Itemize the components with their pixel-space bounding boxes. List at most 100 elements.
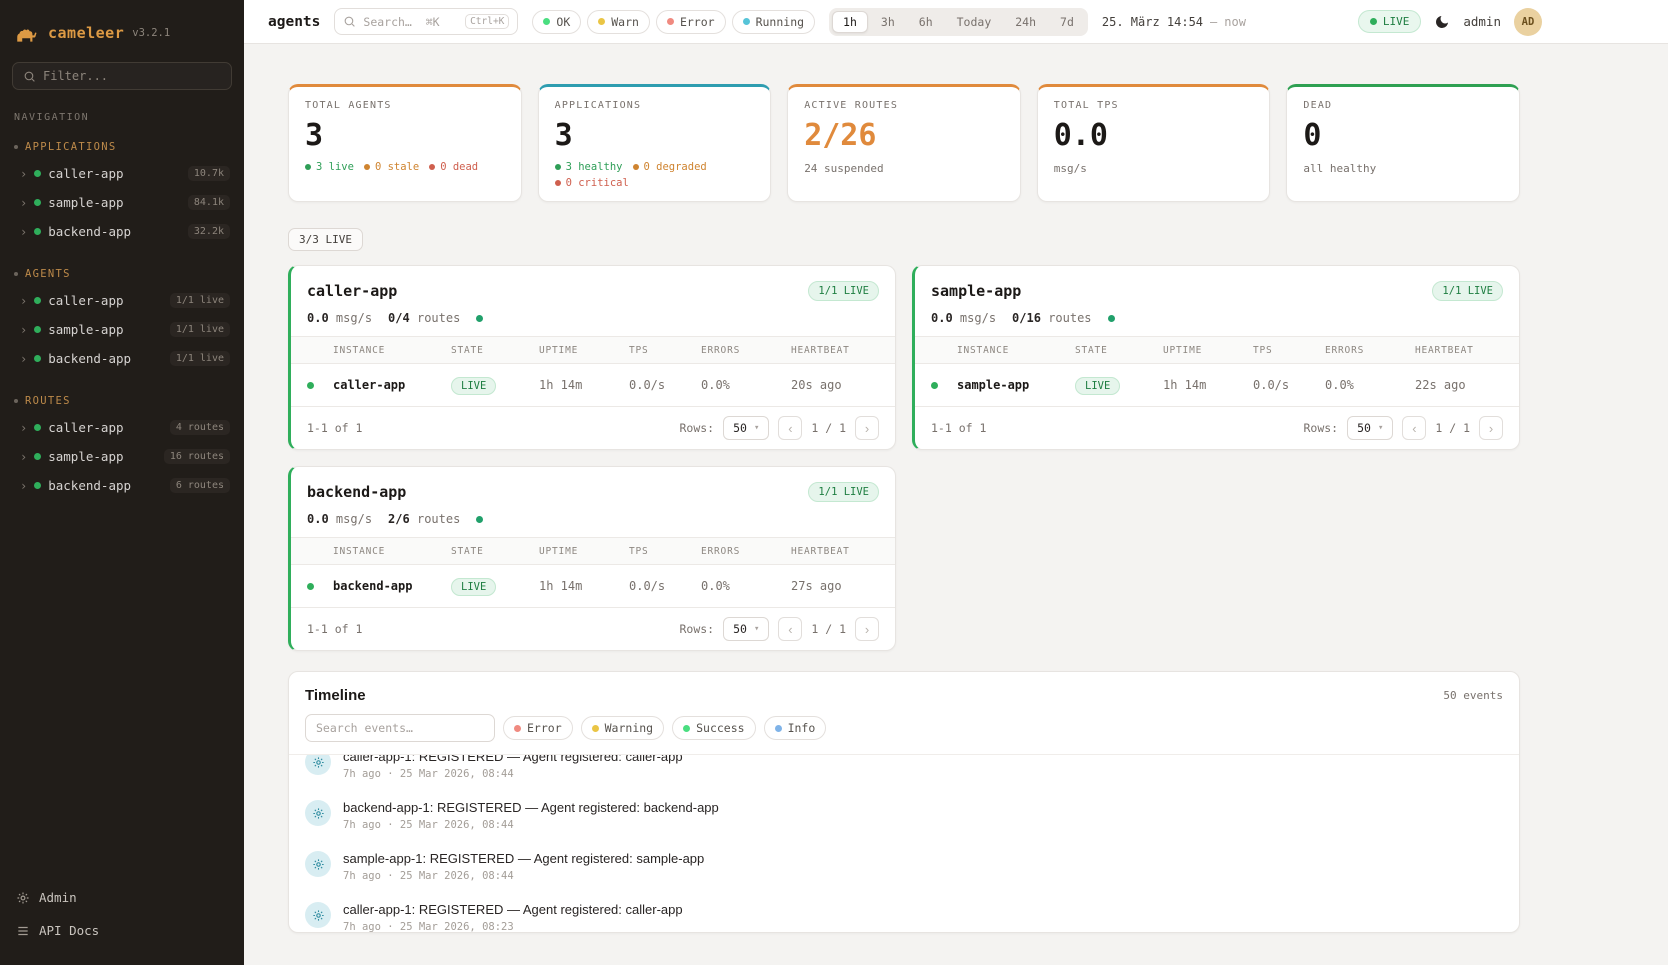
timeline-event-count: 50 events [1443,689,1503,702]
row-range-label: 1-1 of 1 [307,622,362,636]
count-badge: 1/1 live [170,322,230,337]
status-dot [34,170,41,177]
rows-per-page-select[interactable]: 50▾ [723,416,769,440]
next-page-button[interactable]: › [1479,416,1503,440]
rows-per-page-select[interactable]: 50▾ [1347,416,1393,440]
page-indicator: 1 / 1 [811,421,846,435]
event-gear-icon [305,902,331,928]
sidebar-item-agent-sample-app[interactable]: › sample-app 1/1 live [0,315,244,344]
timeline-event[interactable]: sample-app-1: REGISTERED — Agent registe… [289,841,1519,892]
status-filter-warn[interactable]: Warn [587,10,650,34]
sidebar-item-api-docs[interactable]: API Docs [0,914,244,947]
status-dot [34,355,41,362]
live-badge: 1/1 LIVE [808,281,879,301]
count-badge: 32.2k [188,224,230,239]
time-range-3h[interactable]: 3h [870,11,906,33]
time-range-6h[interactable]: 6h [908,11,944,33]
app-card-title: caller-app [307,282,397,300]
chevron-right-icon: › [20,480,27,492]
timeline-event[interactable]: caller-app-1: REGISTERED — Agent registe… [289,892,1519,932]
user-avatar[interactable]: AD [1514,8,1542,36]
health-dot-icon [476,516,483,523]
timeline-event[interactable]: backend-app-1: REGISTERED — Agent regist… [289,790,1519,841]
count-badge: 10.7k [188,166,230,181]
timeline-filter-success[interactable]: Success [672,716,755,740]
healthy-dot-icon [555,164,561,170]
sidebar-item-app-backend-app[interactable]: › backend-app 32.2k [0,217,244,246]
count-badge: 4 routes [170,420,230,435]
prev-page-button[interactable]: ‹ [1402,416,1426,440]
state-badge: LIVE [1075,377,1120,395]
sidebar-filter-input[interactable] [43,69,221,83]
status-filter-error[interactable]: Error [656,10,726,34]
prev-page-button[interactable]: ‹ [778,416,802,440]
count-badge: 6 routes [170,478,230,493]
timeline-event-list[interactable]: caller-app-1: REGISTERED — Agent registe… [289,754,1519,932]
sidebar-item-admin[interactable]: Admin [0,881,244,914]
theme-toggle[interactable] [1434,14,1450,30]
instance-row-caller-app[interactable]: caller-app LIVE 1h 14m 0.0/s 0.0% 20s ag… [291,364,895,406]
status-dot [34,228,41,235]
sidebar-section-applications[interactable]: APPLICATIONS [0,133,244,159]
navigation-label: NAVIGATION [0,112,244,133]
gear-icon [16,891,30,905]
timeline-filter-warning[interactable]: Warning [581,716,664,740]
logo-row[interactable]: cameleer v3.2.1 [0,14,244,62]
timeline-search-input[interactable] [305,714,495,742]
rows-per-page-select[interactable]: 50▾ [723,617,769,641]
sidebar-item-app-sample-app[interactable]: › sample-app 84.1k [0,188,244,217]
status-dot [931,382,938,389]
chevron-right-icon: › [20,226,27,238]
sidebar-section-routes[interactable]: ROUTES [0,387,244,413]
row-range-label: 1-1 of 1 [307,421,362,435]
sidebar-section-agents[interactable]: AGENTS [0,260,244,286]
global-search[interactable]: Ctrl+K [334,8,518,35]
timeline-event[interactable]: caller-app-1: REGISTERED — Agent registe… [289,754,1519,790]
state-badge: LIVE [451,578,496,596]
chevron-right-icon: › [20,422,27,434]
status-filter-running[interactable]: Running [732,10,815,34]
live-status-badge: LIVE [1358,10,1422,33]
sidebar-item-route-caller-app[interactable]: › caller-app 4 routes [0,413,244,442]
next-page-button[interactable]: › [855,416,879,440]
error-dot-icon [514,725,521,732]
time-range-1h[interactable]: 1h [832,11,868,33]
date-range-display[interactable]: 25. März 14:54 — now [1102,15,1246,29]
chevron-down-icon: ▾ [754,423,759,433]
app-card-backend-app: backend-app 1/1 LIVE 0.0 msg/s 2/6 route… [288,466,896,651]
warning-dot-icon [592,725,599,732]
state-badge: LIVE [451,377,496,395]
time-range-today[interactable]: Today [946,11,1003,33]
chevron-right-icon: › [20,324,27,336]
time-range-7d[interactable]: 7d [1049,11,1085,33]
status-dot [34,297,41,304]
timeline-filter-info[interactable]: Info [764,716,827,740]
moon-icon [1434,14,1450,30]
info-dot-icon [775,725,782,732]
sidebar-item-app-caller-app[interactable]: › caller-app 10.7k [0,159,244,188]
agents-live-summary-badge: 3/3 LIVE [288,228,363,251]
sidebar-item-agent-backend-app[interactable]: › backend-app 1/1 live [0,344,244,373]
instance-row-backend-app[interactable]: backend-app LIVE 1h 14m 0.0/s 0.0% 27s a… [291,565,895,607]
page-indicator: 1 / 1 [811,622,846,636]
event-gear-icon [305,851,331,877]
next-page-button[interactable]: › [855,617,879,641]
sidebar-filter-box[interactable] [12,62,232,90]
chevron-right-icon: › [20,197,27,209]
sidebar-item-agent-caller-app[interactable]: › caller-app 1/1 live [0,286,244,315]
sidebar-item-route-backend-app[interactable]: › backend-app 6 routes [0,471,244,500]
app-card-sample-app: sample-app 1/1 LIVE 0.0 msg/s 0/16 route… [912,265,1520,450]
time-range-24h[interactable]: 24h [1004,11,1047,33]
timeline-filter-error[interactable]: Error [503,716,573,740]
status-filter-ok[interactable]: OK [532,10,581,34]
sidebar-item-route-sample-app[interactable]: › sample-app 16 routes [0,442,244,471]
instance-row-sample-app[interactable]: sample-app LIVE 1h 14m 0.0/s 0.0% 22s ag… [915,364,1519,406]
health-dot-icon [476,315,483,322]
dashboard-content: TOTAL AGENTS 3 3 live 0 stale 0 dead APP… [244,44,1668,965]
status-dot [34,326,41,333]
search-shortcut-badge: Ctrl+K [465,14,509,29]
global-search-input[interactable] [363,15,458,29]
top-header: agents Ctrl+K OK Warn Error [244,0,1668,44]
count-badge: 84.1k [188,195,230,210]
prev-page-button[interactable]: ‹ [778,617,802,641]
